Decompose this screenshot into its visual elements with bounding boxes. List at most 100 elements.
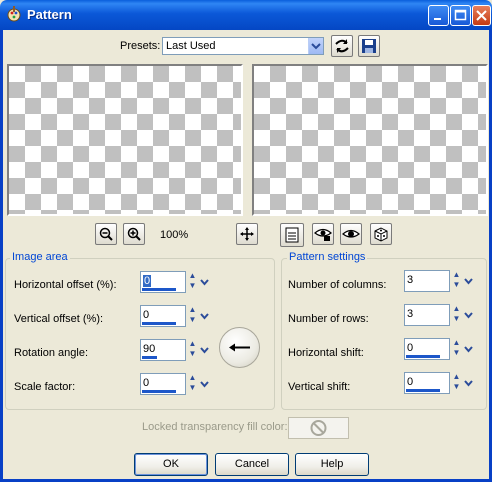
scale-factor-bar	[142, 390, 176, 393]
close-icon	[476, 10, 487, 21]
horizontal-offset-value: 0	[143, 275, 152, 287]
horizontal-offset-label: Horizontal offset (%):	[14, 279, 117, 291]
vertical-offset-label: Vertical offset (%):	[14, 313, 104, 325]
spin-down-icon: ▼	[452, 280, 461, 289]
eye-lock-icon	[314, 228, 332, 241]
locked-fill-label: Locked transparency fill color:	[142, 421, 288, 433]
horizontal-offset-bar	[142, 288, 176, 291]
horizontal-shift-spinner[interactable]: ▲ ▼	[451, 338, 462, 360]
scale-factor-dropdown[interactable]	[199, 373, 210, 395]
horizontal-shift-value: 0	[407, 342, 414, 354]
zoom-out-button[interactable]	[95, 223, 117, 245]
horizontal-offset-field[interactable]: 0 ▲ ▼	[140, 271, 210, 295]
zoom-level: 100%	[160, 229, 189, 241]
pan-button[interactable]	[236, 223, 258, 245]
ok-button[interactable]: OK	[134, 453, 208, 476]
rotation-angle-field[interactable]: 90 ▲ ▼	[140, 339, 210, 363]
vertical-shift-value: 0	[407, 376, 414, 388]
rotation-angle-input[interactable]: 90	[140, 339, 186, 361]
swap-arrows-icon	[335, 39, 349, 53]
spin-up-icon: ▲	[188, 373, 197, 382]
scale-factor-field[interactable]: 0 ▲ ▼	[140, 373, 210, 397]
horizontal-shift-field[interactable]: 0 ▲ ▼	[404, 338, 474, 362]
chevron-down-icon	[200, 381, 209, 388]
title-bar	[0, 0, 492, 30]
rotation-angle-bar	[142, 356, 157, 359]
reset-preset-button[interactable]	[331, 35, 353, 57]
presets-dropdown-button[interactable]	[308, 38, 323, 54]
columns-dropdown[interactable]	[463, 270, 474, 292]
scale-factor-input[interactable]: 0	[140, 373, 186, 395]
spin-down-icon: ▼	[188, 315, 197, 324]
vertical-offset-spinner[interactable]: ▲ ▼	[187, 305, 198, 327]
help-button[interactable]: Help	[295, 453, 369, 476]
columns-value: 3	[407, 274, 414, 286]
spin-down-icon: ▼	[452, 348, 461, 357]
before-preview	[7, 64, 243, 216]
maximize-icon	[454, 9, 467, 21]
zoom-in-icon	[127, 227, 141, 241]
app-paint-icon	[7, 6, 21, 22]
cancel-button[interactable]: Cancel	[215, 453, 289, 476]
rows-value: 3	[407, 308, 414, 320]
chevron-down-icon	[464, 278, 473, 285]
minimize-icon	[434, 18, 441, 20]
eye-icon	[342, 229, 360, 238]
scale-factor-spinner[interactable]: ▲ ▼	[187, 373, 198, 395]
horizontal-shift-input[interactable]: 0	[404, 338, 450, 360]
preview-eye-button[interactable]	[340, 223, 362, 245]
vertical-offset-field[interactable]: 0 ▲ ▼	[140, 305, 210, 329]
chevron-down-icon	[464, 380, 473, 387]
chevron-down-icon	[200, 279, 209, 286]
rotation-arrow-icon	[229, 343, 250, 352]
columns-label: Number of columns:	[288, 279, 387, 291]
pattern-settings-title: Pattern settings	[287, 251, 368, 263]
zoom-in-button[interactable]	[123, 223, 145, 245]
horizontal-offset-spinner[interactable]: ▲ ▼	[187, 271, 198, 293]
vertical-shift-spinner[interactable]: ▲ ▼	[451, 372, 462, 394]
horizontal-offset-input[interactable]: 0	[140, 271, 186, 293]
vertical-offset-dropdown[interactable]	[199, 305, 210, 327]
columns-field[interactable]: 3 ▲ ▼	[404, 270, 474, 294]
rotation-angle-dropdown[interactable]	[199, 339, 210, 361]
proof-button[interactable]	[280, 223, 304, 247]
vertical-offset-input[interactable]: 0	[140, 305, 186, 327]
rows-spinner[interactable]: ▲ ▼	[451, 304, 462, 326]
scale-factor-value: 0	[143, 377, 150, 389]
auto-proof-button[interactable]	[312, 223, 334, 245]
horizontal-offset-dropdown[interactable]	[199, 271, 210, 293]
spin-down-icon: ▼	[452, 314, 461, 323]
presets-dropdown[interactable]: Last Used	[162, 37, 324, 55]
presets-value: Last Used	[166, 40, 216, 52]
presets-label: Presets:	[120, 40, 161, 52]
save-preset-button[interactable]	[358, 35, 380, 57]
randomize-button[interactable]	[370, 223, 392, 245]
image-area-title: Image area	[10, 251, 70, 263]
vertical-shift-input[interactable]: 0	[404, 372, 450, 394]
maximize-button[interactable]	[450, 5, 471, 26]
chevron-down-icon	[464, 312, 473, 319]
vertical-shift-label: Vertical shift:	[288, 381, 351, 393]
spin-up-icon: ▲	[452, 372, 461, 381]
rotation-angle-value: 90	[143, 343, 156, 355]
vertical-shift-dropdown[interactable]	[463, 372, 474, 394]
chevron-down-icon	[464, 346, 473, 353]
horizontal-shift-dropdown[interactable]	[463, 338, 474, 360]
rows-input[interactable]: 3	[404, 304, 450, 326]
rotation-dial[interactable]	[219, 327, 260, 368]
no-color-icon	[310, 420, 327, 436]
columns-spinner[interactable]: ▲ ▼	[451, 270, 462, 292]
close-button[interactable]	[472, 5, 491, 26]
horizontal-shift-label: Horizontal shift:	[288, 347, 364, 359]
window-title: Pattern	[27, 7, 72, 22]
minimize-button[interactable]	[428, 5, 449, 26]
vertical-shift-field[interactable]: 0 ▲ ▼	[404, 372, 474, 396]
rotation-angle-spinner[interactable]: ▲ ▼	[187, 339, 198, 361]
rotation-angle-label: Rotation angle:	[14, 347, 88, 359]
spin-up-icon: ▲	[452, 270, 461, 279]
columns-input[interactable]: 3	[404, 270, 450, 292]
zoom-out-icon	[99, 227, 113, 241]
rows-dropdown[interactable]	[463, 304, 474, 326]
spin-up-icon: ▲	[452, 338, 461, 347]
rows-field[interactable]: 3 ▲ ▼	[404, 304, 474, 328]
